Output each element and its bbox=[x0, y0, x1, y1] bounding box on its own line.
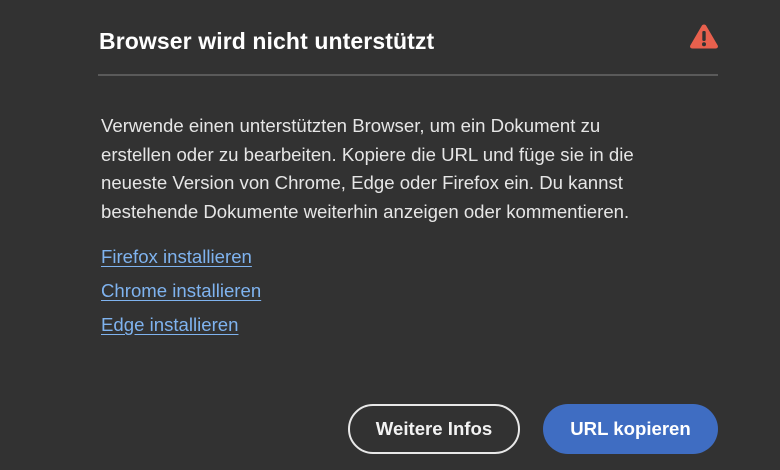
message-line: Verwende einen unterstützten Browser, um… bbox=[101, 115, 601, 136]
install-firefox-link[interactable]: Firefox installieren bbox=[101, 240, 261, 274]
more-info-button[interactable]: Weitere Infos bbox=[348, 404, 520, 454]
install-edge-link[interactable]: Edge installieren bbox=[101, 308, 261, 342]
install-links: Firefox installieren Chrome installieren… bbox=[101, 240, 261, 342]
copy-url-button[interactable]: URL kopieren bbox=[543, 404, 718, 454]
message-line: erstellen oder zu bearbeiten. Kopiere di… bbox=[101, 143, 634, 165]
unsupported-browser-dialog: Browser wird nicht unterstützt Verwende … bbox=[0, 0, 780, 470]
dialog-title: Browser wird nicht unterstützt bbox=[99, 28, 435, 54]
message-line: neueste Version von Chrome, Edge oder Fi… bbox=[101, 172, 623, 193]
dialog-message: Verwende einen unterstützten Browser, um… bbox=[101, 112, 711, 226]
message-line: bestehende Dokumente weiterhin anzeigen … bbox=[101, 200, 630, 222]
title-divider bbox=[98, 74, 718, 76]
install-chrome-link[interactable]: Chrome installieren bbox=[101, 274, 261, 308]
alert-triangle-icon bbox=[690, 24, 718, 49]
